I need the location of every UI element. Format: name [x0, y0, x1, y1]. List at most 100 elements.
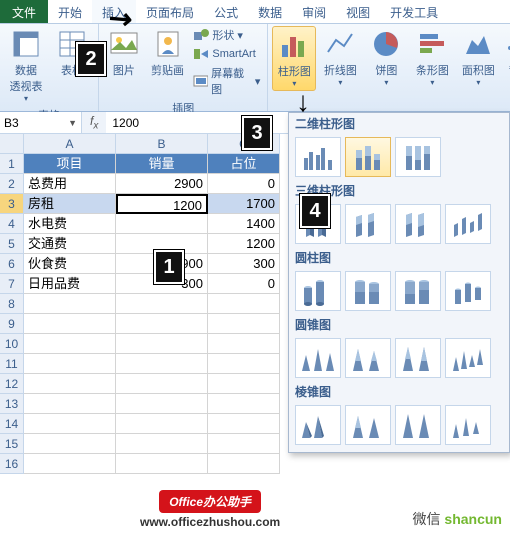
- column-chart-button[interactable]: 柱形图: [272, 26, 316, 91]
- row-header-13[interactable]: 13: [0, 394, 24, 414]
- row-header-5[interactable]: 5: [0, 234, 24, 254]
- cell-B3[interactable]: 1200: [116, 194, 208, 214]
- chart-cone-3d[interactable]: [445, 338, 491, 378]
- row-header-3[interactable]: 3: [0, 194, 24, 214]
- shapes-button[interactable]: 形状 ▾: [190, 26, 263, 44]
- row-header-14[interactable]: 14: [0, 414, 24, 434]
- chart-cyl-stacked[interactable]: [345, 271, 391, 311]
- row-header-11[interactable]: 11: [0, 354, 24, 374]
- cell-A10[interactable]: [24, 334, 116, 354]
- tab-developer[interactable]: 开发工具: [380, 0, 448, 23]
- cell-C10[interactable]: [208, 334, 280, 354]
- cell-B10[interactable]: [116, 334, 208, 354]
- scatter-chart-button[interactable]: 散: [502, 26, 510, 91]
- tab-data[interactable]: 数据: [248, 0, 292, 23]
- row-header-9[interactable]: 9: [0, 314, 24, 334]
- chart-2d-stacked[interactable]: [345, 137, 391, 177]
- cell-B15[interactable]: [116, 434, 208, 454]
- cell-C8[interactable]: [208, 294, 280, 314]
- cell-C14[interactable]: [208, 414, 280, 434]
- chart-cone-stacked[interactable]: [345, 338, 391, 378]
- cell-C6[interactable]: 300: [208, 254, 280, 274]
- row-header-12[interactable]: 12: [0, 374, 24, 394]
- chart-2d-100stacked[interactable]: [395, 137, 441, 177]
- cell-C7[interactable]: 0: [208, 274, 280, 294]
- cell-A11[interactable]: [24, 354, 116, 374]
- chart-3d-100stacked[interactable]: [395, 204, 441, 244]
- cell-C1[interactable]: 占位: [208, 154, 280, 174]
- cell-C9[interactable]: [208, 314, 280, 334]
- cell-C13[interactable]: [208, 394, 280, 414]
- chart-3d-stacked[interactable]: [345, 204, 391, 244]
- line-chart-button[interactable]: 折线图: [318, 26, 362, 91]
- chart-2d-clustered[interactable]: [295, 137, 341, 177]
- fx-icon[interactable]: fx: [82, 114, 106, 131]
- cell-A8[interactable]: [24, 294, 116, 314]
- row-header-10[interactable]: 10: [0, 334, 24, 354]
- cell-A1[interactable]: 项目: [24, 154, 116, 174]
- cell-B8[interactable]: [116, 294, 208, 314]
- row-header-8[interactable]: 8: [0, 294, 24, 314]
- chart-cyl-clustered[interactable]: [295, 271, 341, 311]
- smartart-button[interactable]: SmartArt: [190, 45, 263, 63]
- pie-chart-button[interactable]: 饼图: [364, 26, 408, 91]
- cell-A7[interactable]: 日用品费: [24, 274, 116, 294]
- tab-review[interactable]: 审阅: [292, 0, 336, 23]
- chart-pyr-clustered[interactable]: [295, 405, 341, 445]
- cell-C3[interactable]: 1700: [208, 194, 280, 214]
- row-header-6[interactable]: 6: [0, 254, 24, 274]
- clipart-button[interactable]: 剪贴画: [147, 26, 189, 98]
- tab-layout[interactable]: 页面布局: [136, 0, 204, 23]
- cell-A4[interactable]: 水电费: [24, 214, 116, 234]
- cell-B4[interactable]: [116, 214, 208, 234]
- col-header-B[interactable]: B: [116, 134, 208, 154]
- col-header-A[interactable]: A: [24, 134, 116, 154]
- area-chart-button[interactable]: 面积图: [456, 26, 500, 91]
- cell-C15[interactable]: [208, 434, 280, 454]
- cell-B11[interactable]: [116, 354, 208, 374]
- row-header-15[interactable]: 15: [0, 434, 24, 454]
- row-header-4[interactable]: 4: [0, 214, 24, 234]
- select-all-triangle[interactable]: [0, 134, 24, 154]
- row-header-1[interactable]: 1: [0, 154, 24, 174]
- tab-view[interactable]: 视图: [336, 0, 380, 23]
- cell-B9[interactable]: [116, 314, 208, 334]
- cell-A6[interactable]: 伙食费: [24, 254, 116, 274]
- screenshot-button[interactable]: 屏幕截图 ▾: [190, 64, 263, 98]
- cell-B13[interactable]: [116, 394, 208, 414]
- cell-A13[interactable]: [24, 394, 116, 414]
- tab-file[interactable]: 文件: [0, 0, 48, 23]
- cell-A16[interactable]: [24, 454, 116, 474]
- cell-C4[interactable]: 1400: [208, 214, 280, 234]
- row-header-2[interactable]: 2: [0, 174, 24, 194]
- cell-A9[interactable]: [24, 314, 116, 334]
- name-box[interactable]: B3▼: [0, 112, 82, 133]
- cell-B2[interactable]: 2900: [116, 174, 208, 194]
- cell-B14[interactable]: [116, 414, 208, 434]
- cell-C11[interactable]: [208, 354, 280, 374]
- tab-formulas[interactable]: 公式: [204, 0, 248, 23]
- cell-A3[interactable]: 房租: [24, 194, 116, 214]
- cell-C16[interactable]: [208, 454, 280, 474]
- chart-cyl-100stacked[interactable]: [395, 271, 441, 311]
- cell-C5[interactable]: 1200: [208, 234, 280, 254]
- cell-A5[interactable]: 交通费: [24, 234, 116, 254]
- chart-3d-column[interactable]: [445, 204, 491, 244]
- chart-cone-100stacked[interactable]: [395, 338, 441, 378]
- cell-B16[interactable]: [116, 454, 208, 474]
- cell-A15[interactable]: [24, 434, 116, 454]
- pivot-table-button[interactable]: 数据 透视表: [4, 26, 48, 105]
- row-header-7[interactable]: 7: [0, 274, 24, 294]
- chart-cyl-3d[interactable]: [445, 271, 491, 311]
- cell-A12[interactable]: [24, 374, 116, 394]
- cell-A2[interactable]: 总费用: [24, 174, 116, 194]
- bar-chart-button[interactable]: 条形图: [410, 26, 454, 91]
- cell-B1[interactable]: 销量: [116, 154, 208, 174]
- cell-C12[interactable]: [208, 374, 280, 394]
- chart-pyr-3d[interactable]: [445, 405, 491, 445]
- chart-pyr-stacked[interactable]: [345, 405, 391, 445]
- chart-pyr-100stacked[interactable]: [395, 405, 441, 445]
- row-header-16[interactable]: 16: [0, 454, 24, 474]
- cell-A14[interactable]: [24, 414, 116, 434]
- cell-C2[interactable]: 0: [208, 174, 280, 194]
